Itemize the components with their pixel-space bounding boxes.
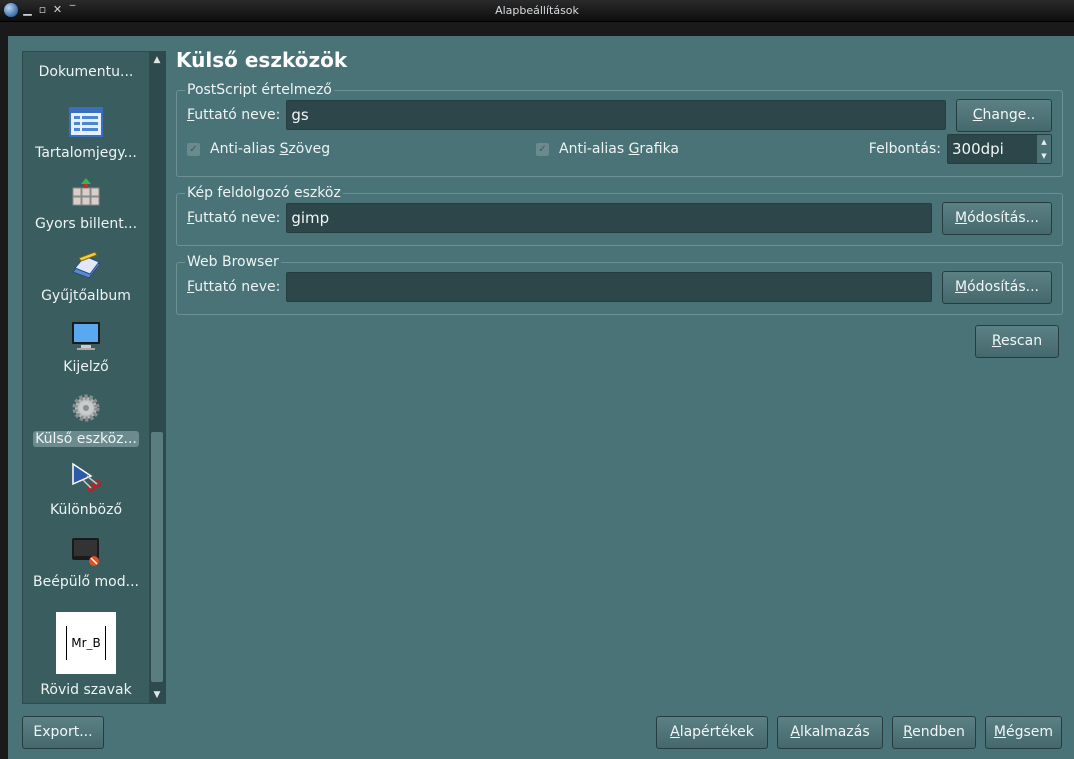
rescan-button[interactable]: Rescan [975,325,1059,358]
exec-name-label: Futtató neve: [187,279,281,295]
antialias-text-label: Anti-alias Szöveg [210,141,331,157]
resolution-label: Felbontás: [868,141,941,157]
sidebar-item-document[interactable]: Dokumentu... [23,52,149,92]
rescan-row: Rescan [176,325,1063,358]
scrapbook-icon [69,248,103,282]
exec-name-label: Futtató neve: [187,107,281,123]
sidebar-item-toc[interactable]: Tartalomjegy... [23,92,149,164]
antialias-graphics-checkbox[interactable]: ✓ [536,142,549,156]
table-of-contents-icon [69,105,103,139]
postscript-group: PostScript értelmező Futtató neve: gs Ch… [176,82,1063,177]
change-button[interactable]: Change.. [956,98,1052,132]
spin-up-icon[interactable]: ▲ [1037,135,1051,149]
image-exec-row: Futtató neve: gimp Módosítás... [187,201,1052,235]
monitor-icon [69,319,103,353]
main-panel: Külső eszközök PostScript értelmező Futt… [176,48,1063,358]
plugin-icon [69,534,103,568]
sidebar: Dokumentu... Tartalomjegy... Gyors bille… [22,51,166,704]
browser-modify-button[interactable]: Módosítás... [942,270,1052,304]
sidebar-item-label: Gyűjtőalbum [41,287,131,304]
sidebar-item-label: Tartalomjegy... [35,144,137,161]
page-title: Külső eszközök [176,48,348,72]
sidebar-list: Dokumentu... Tartalomjegy... Gyors bille… [23,52,149,704]
sidebar-item-external-tools[interactable]: Külső eszköz... [23,378,149,450]
sidebar-item-label: Rövid szavak [40,681,132,698]
browser-exec-input[interactable] [286,272,932,302]
image-tool-legend: Kép feldolgozó eszköz [187,185,341,201]
spin-down-icon[interactable]: ▼ [1037,149,1051,163]
apply-button[interactable]: Alkalmazás [777,716,883,749]
sidebar-item-shortcuts[interactable]: Gyors billent... [23,164,149,236]
sidebar-item-display[interactable]: Kijelző [23,307,149,379]
sidebar-item-short-words[interactable]: Mr_B Rövid szavak [23,593,149,701]
resolution-value[interactable]: 300dpi [948,135,1037,163]
sidebar-scrollbar[interactable]: ▲ ▼ [149,52,165,703]
image-exec-input[interactable]: gimp [286,203,932,233]
postscript-options-row: ✓ Anti-alias Szöveg ✓ Anti-alias Grafika… [187,132,1052,166]
sidebar-item-label: Kijelző [63,359,109,375]
window-title: Alapbeállítások [495,4,579,17]
short-words-icon: Mr_B [56,611,116,674]
resolution-spinbox[interactable]: 300dpi ▲ ▼ [947,134,1052,164]
export-button[interactable]: Export... [22,716,104,749]
sidebar-item-label: Külső eszköz... [33,430,139,447]
cancel-button[interactable]: Mégsem [985,716,1062,749]
sidebar-item-scripter[interactable] [23,701,149,704]
sidebar-item-misc[interactable]: Különböző [23,450,149,522]
resolution-arrows[interactable]: ▲ ▼ [1037,135,1051,163]
gear-icon [69,391,103,425]
web-browser-group: Web Browser Futtató neve: Módosítás... [176,254,1063,315]
scroll-thumb[interactable] [151,432,163,682]
browser-exec-row: Futtató neve: Módosítás... [187,270,1052,304]
antialias-graphics-label: Anti-alias Grafika [559,141,680,157]
scroll-down-icon[interactable]: ▼ [149,687,165,703]
preferences-window: Dokumentu... Tartalomjegy... Gyors bille… [8,36,1074,759]
postscript-legend: PostScript értelmező [187,82,332,98]
ok-button[interactable]: Rendben [892,716,976,749]
sidebar-item-scrapbook[interactable]: Gyűjtőalbum [23,235,149,307]
antialias-text-checkbox[interactable]: ✓ [187,142,200,156]
defaults-button[interactable]: Alapértékek [656,716,768,749]
scroll-up-icon[interactable]: ▲ [149,52,165,68]
dialog-buttons: Export... Alapértékek Alkalmazás Rendben… [22,716,1062,750]
image-modify-button[interactable]: Módosítás... [942,201,1052,235]
sidebar-item-label: Gyors billent... [34,216,138,232]
image-tool-group: Kép feldolgozó eszköz Futtató neve: gimp… [176,185,1063,246]
postscript-exec-input[interactable]: gs [286,100,946,130]
web-browser-legend: Web Browser [187,254,279,270]
exec-name-label: Futtató neve: [187,210,281,226]
sidebar-item-label: Különböző [49,502,123,518]
keyboard-shortcut-icon [69,176,103,210]
sidebar-item-plugins[interactable]: Beépülő mod... [23,521,149,593]
sidebar-item-label: Dokumentu... [38,64,134,80]
misc-tools-icon [69,462,103,496]
sidebar-item-label: Beépülő mod... [33,573,139,590]
title-bar: ▁ ▫ ✕ ‾ Alapbeállítások [0,0,1074,22]
postscript-exec-row: Futtató neve: gs Change.. [187,98,1052,132]
